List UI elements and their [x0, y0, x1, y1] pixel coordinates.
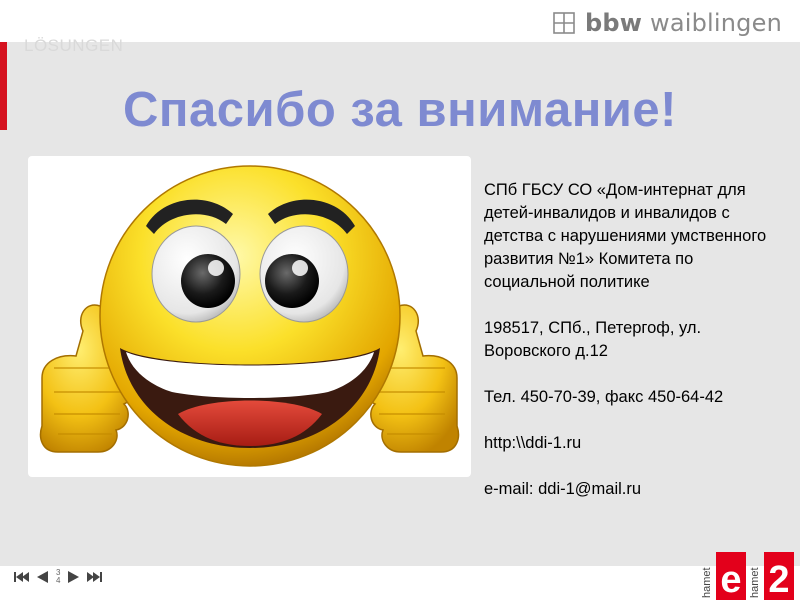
- email-link[interactable]: e-mail: ddi-1@mail.ru: [484, 478, 784, 501]
- address: 198517, СПб., Петергоф, ул. Воровского д…: [484, 319, 702, 360]
- website-link[interactable]: http:\\ddi-1.ru: [484, 432, 784, 455]
- logo-text-bold: bbw: [585, 9, 643, 37]
- hamet-right-text: hamet: [749, 567, 761, 598]
- organization-name: СПб ГБСУ СО «Дом-интернат для детей-инва…: [484, 181, 767, 291]
- hamet-left-text: hamet: [701, 567, 713, 598]
- page-counter: 3 4: [56, 569, 60, 585]
- logo-text: bbw waiblingen: [585, 9, 782, 37]
- svg-text:2: 2: [768, 559, 789, 600]
- hamet-logo: hamet e hamet 2: [701, 552, 794, 600]
- prev-slide-icon[interactable]: [34, 571, 50, 583]
- page-total: 4: [56, 576, 61, 585]
- slide-navigation: 3 4: [14, 566, 103, 588]
- next-slide-icon[interactable]: [66, 571, 82, 583]
- last-slide-icon[interactable]: [86, 571, 103, 583]
- first-slide-icon[interactable]: [14, 571, 30, 583]
- phone-fax: Тел. 450-70-39, факс 450-64-42: [484, 388, 724, 406]
- logo-mark-icon: [553, 12, 575, 34]
- slide-title: Спасибо за внимание!: [123, 83, 677, 137]
- bbw-logo: bbw waiblingen: [553, 6, 782, 40]
- smiley-thumbs-up-icon: [39, 165, 460, 467]
- right-pupil: [265, 254, 319, 308]
- watermark-text: LÖSUNGEN: [24, 36, 124, 55]
- smiley-image: [28, 156, 471, 477]
- left-pupil: [181, 254, 235, 308]
- logo-text-light: waiblingen: [650, 9, 782, 37]
- svg-text:e: e: [720, 559, 741, 600]
- contact-info: СПб ГБСУ СО «Дом-интернат для детей-инва…: [484, 179, 784, 501]
- footer-band: [0, 566, 800, 600]
